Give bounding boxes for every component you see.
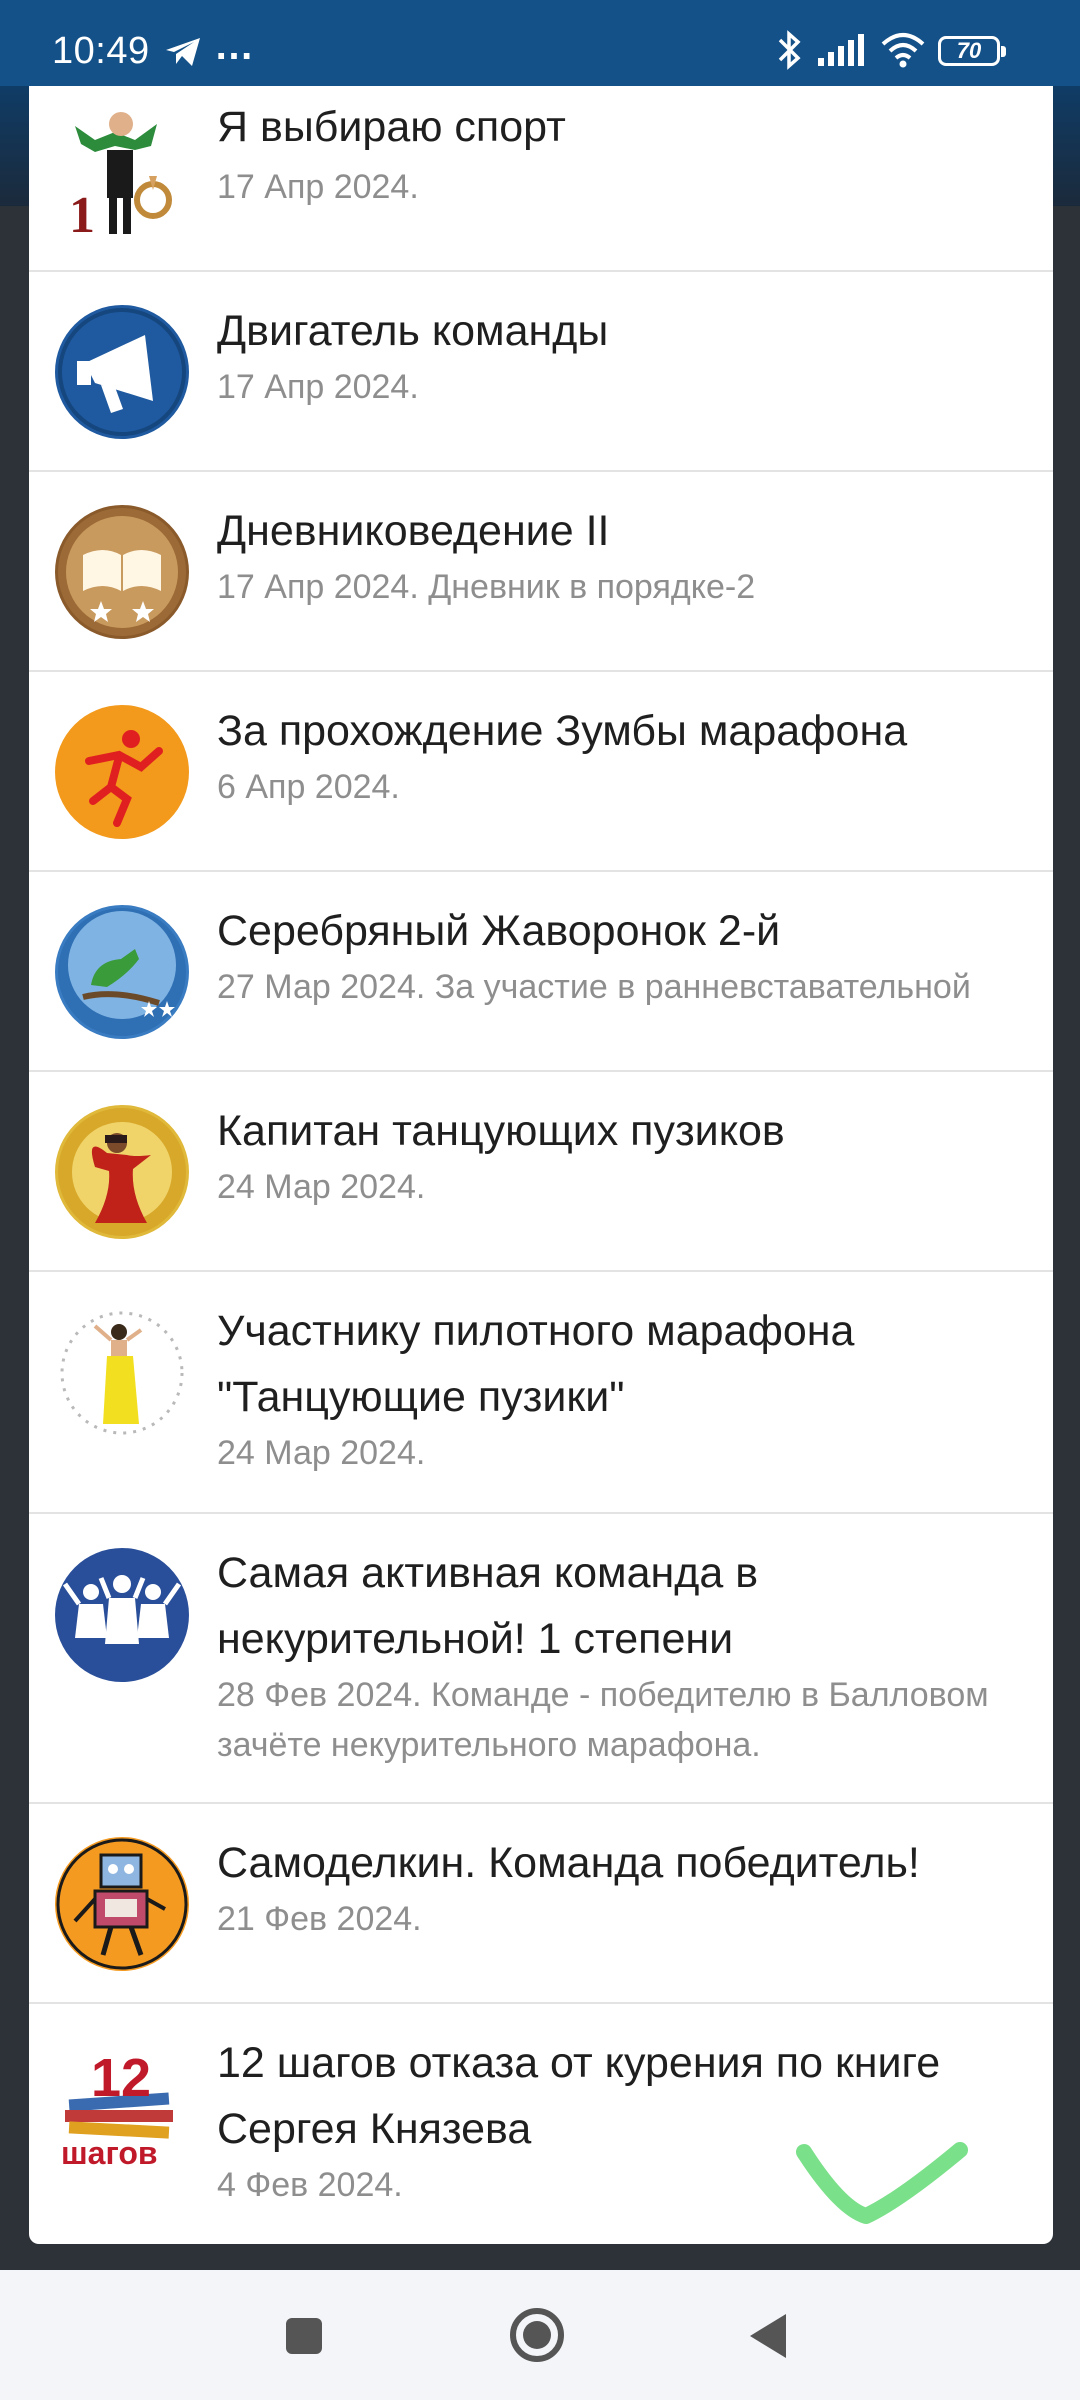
bluetooth-icon — [776, 30, 804, 75]
wifi-icon — [880, 32, 926, 73]
award-item[interactable]: За прохождение Зумбы марафона 6 Апр 2024… — [29, 672, 1053, 872]
team-icon — [55, 1548, 189, 1682]
award-meta: 21 Фев 2024. — [217, 1900, 422, 1938]
award-title: Самоделкин. Команда победитель! — [217, 1839, 920, 1887]
award-meta: 6 Апр 2024. — [217, 768, 400, 806]
award-title: Серебряный Жаворонок 2-й — [217, 907, 781, 955]
award-title: Дневниковедение II — [217, 507, 610, 555]
award-title: Капитан танцующих пузиков — [217, 1107, 785, 1155]
battery-icon: 70 — [938, 36, 1006, 66]
award-meta: 17 Апр 2024. — [217, 368, 419, 406]
award-title: Двигатель команды — [217, 307, 609, 355]
award-item[interactable]: Участнику пилотного марафона "Танцующие … — [29, 1272, 1053, 1514]
megaphone-icon — [55, 305, 189, 439]
award-title: За прохождение Зумбы марафона — [217, 707, 908, 755]
recent-apps-button[interactable] — [284, 2316, 324, 2361]
check-mark-icon — [790, 2128, 970, 2243]
dancer-gold-icon — [55, 1105, 189, 1239]
award-item[interactable]: Дневниковедение II 17 Апр 2024. Дневник … — [29, 472, 1053, 672]
telegram-icon — [164, 36, 202, 73]
award-meta: 17 Апр 2024. Дневник в порядке-2 — [217, 568, 756, 606]
robot-icon — [55, 1837, 189, 1971]
award-item[interactable]: Двигатель команды 17 Апр 2024. — [29, 272, 1053, 472]
status-time: 10:49 — [52, 30, 150, 72]
award-title: Участнику пилотного марафона "Танцующие … — [217, 1307, 855, 1421]
award-meta: 17 Апр 2024. — [217, 168, 419, 206]
book-stars-icon — [55, 505, 189, 639]
award-item[interactable]: Самая активная команда в некурительной! … — [29, 1514, 1053, 1804]
award-meta: 28 Фев 2024. Команде - победителю в Балл… — [217, 1676, 989, 1764]
award-meta: 24 Мар 2024. — [217, 1168, 426, 1206]
back-button[interactable] — [746, 2312, 788, 2365]
award-meta: 24 Мар 2024. — [217, 1434, 426, 1472]
zumba-icon — [55, 705, 189, 839]
more-notifications-icon: … — [214, 24, 256, 68]
award-item[interactable]: Капитан танцующих пузиков 24 Мар 2024. — [29, 1072, 1053, 1272]
award-item[interactable]: Самоделкин. Команда победитель! 21 Фев 2… — [29, 1804, 1053, 2004]
awards-list[interactable]: 1 Я выбираю спорт 17 Апр 2024. Двигатель… — [29, 86, 1053, 2244]
award-item[interactable]: Серебряный Жаворонок 2-й 27 Мар 2024. За… — [29, 872, 1053, 1072]
svg-text:12: 12 — [91, 2048, 151, 2108]
signal-icon — [818, 34, 868, 71]
award-title: Самая активная команда в некурительной! … — [217, 1549, 759, 1663]
svg-text:шагов: шагов — [61, 2135, 158, 2171]
system-nav-bar — [0, 2270, 1080, 2400]
books-12-steps-icon: 12 шагов — [55, 2038, 189, 2172]
lark-icon — [55, 905, 189, 1039]
award-meta: 27 Мар 2024. За участие в ранневставател… — [217, 968, 971, 1006]
sport-mascot-icon: 1 — [55, 106, 189, 240]
award-item[interactable]: 1 Я выбираю спорт 17 Апр 2024. — [29, 86, 1053, 272]
home-button[interactable] — [508, 2306, 566, 2369]
svg-text:1: 1 — [69, 187, 95, 240]
dancer-icon — [55, 1306, 189, 1440]
award-title: Я выбираю спорт — [217, 103, 566, 151]
status-bar: 10:49 … 70 — [0, 0, 1080, 86]
